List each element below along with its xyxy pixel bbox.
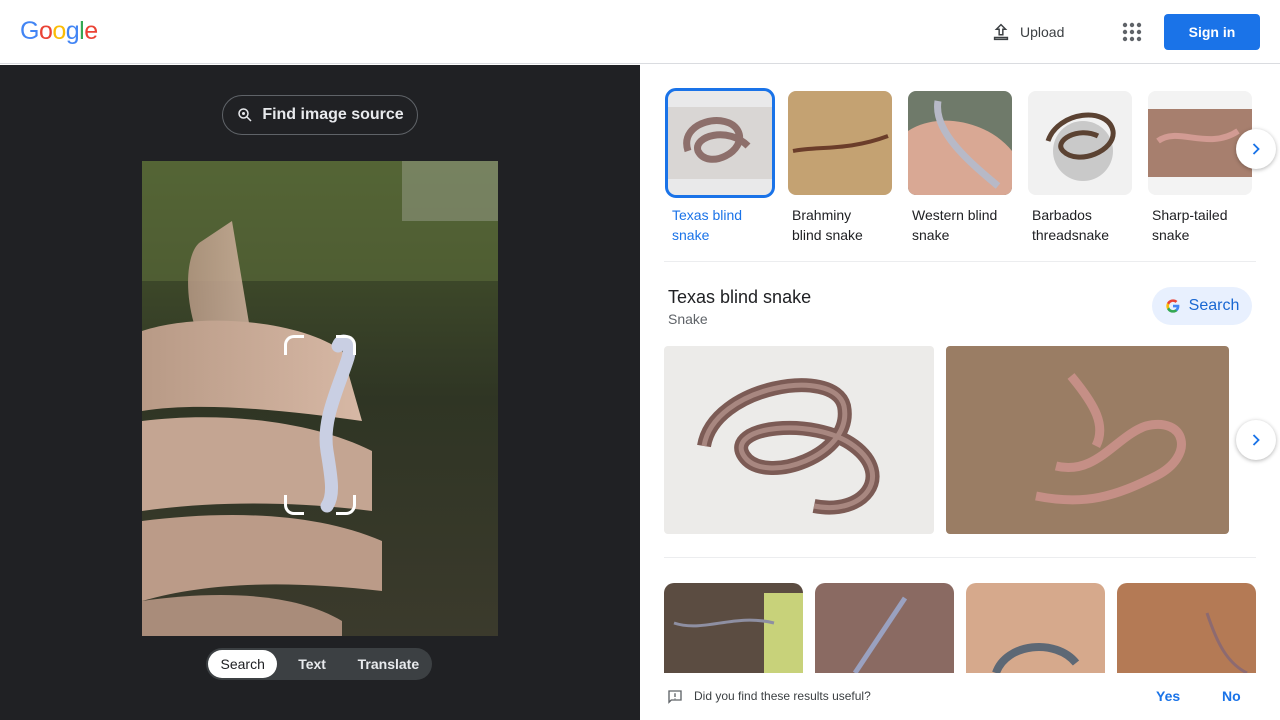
match-thumbnail bbox=[1028, 91, 1132, 195]
match-card[interactable]: Barbados threadsnake bbox=[1028, 91, 1132, 245]
crop-handle-bottom-right[interactable] bbox=[336, 495, 356, 515]
match-card[interactable]: Sharp-tailed snake bbox=[1148, 91, 1252, 245]
result-image[interactable] bbox=[1117, 583, 1256, 673]
feedback-question: Did you find these results useful? bbox=[694, 689, 871, 703]
lens-search-icon bbox=[238, 108, 252, 122]
match-label: Brahminy blind snake bbox=[792, 207, 863, 243]
feedback-yes-button[interactable]: Yes bbox=[1156, 688, 1180, 704]
section-divider bbox=[664, 557, 1256, 558]
section-divider bbox=[664, 261, 1256, 262]
google-logo[interactable]: Google bbox=[20, 17, 98, 46]
match-label: Sharp-tailed snake bbox=[1152, 207, 1228, 243]
match-card[interactable]: Western blind snake bbox=[908, 91, 1012, 245]
logo-letter: o bbox=[38, 17, 53, 45]
entity-search-button[interactable]: Search bbox=[1152, 287, 1252, 325]
visual-matches-carousel: Texas blind snake Brahminy blind snake Wes… bbox=[664, 88, 1264, 251]
logo-letter: g bbox=[65, 17, 80, 45]
result-image[interactable] bbox=[664, 583, 803, 673]
entity-title: Texas blind snake bbox=[668, 287, 812, 307]
chevron-right-icon bbox=[1252, 434, 1260, 446]
crop-handle-top-right[interactable] bbox=[336, 335, 356, 355]
logo-letter: o bbox=[52, 17, 66, 45]
crop-selection[interactable] bbox=[284, 335, 356, 515]
sign-in-button[interactable]: Sign in bbox=[1164, 14, 1260, 50]
google-g-icon bbox=[1165, 299, 1180, 313]
mode-tab-text[interactable]: Text bbox=[277, 650, 346, 678]
result-image[interactable] bbox=[966, 583, 1105, 673]
mode-tab-search[interactable]: Search bbox=[208, 650, 278, 678]
entity-image[interactable] bbox=[664, 346, 934, 534]
match-card[interactable]: Texas blind snake bbox=[665, 88, 775, 245]
feedback-icon bbox=[668, 690, 682, 704]
match-label: Barbados threadsnake bbox=[1032, 207, 1110, 243]
top-header: Google Upload Sign in bbox=[0, 0, 1280, 64]
find-image-source-button[interactable]: Find image source bbox=[222, 95, 418, 135]
feedback-bar: Did you find these results useful? Yes N… bbox=[640, 677, 1280, 720]
match-thumbnail bbox=[665, 88, 775, 198]
results-panel: Texas blind snake Brahminy blind snake Wes… bbox=[640, 65, 1280, 720]
lens-mode-switcher: Search Text Translate bbox=[206, 648, 432, 680]
match-thumbnail bbox=[908, 91, 1012, 195]
apps-grid-icon[interactable] bbox=[1120, 20, 1144, 44]
logo-letter: G bbox=[20, 17, 39, 45]
mode-tab-translate[interactable]: Translate bbox=[347, 650, 430, 678]
upload-button[interactable]: Upload bbox=[990, 18, 1064, 46]
upload-label: Upload bbox=[1020, 24, 1065, 40]
query-image-panel: Find image source Search Text Translate bbox=[0, 65, 640, 720]
feedback-no-button[interactable]: No bbox=[1222, 688, 1241, 704]
match-label: Texas blind snake bbox=[672, 207, 743, 243]
crop-handle-bottom-left[interactable] bbox=[284, 495, 304, 515]
entity-search-label: Search bbox=[1188, 297, 1240, 314]
find-image-source-label: Find image source bbox=[262, 106, 404, 123]
match-card[interactable]: Brahminy blind snake bbox=[788, 91, 892, 245]
logo-letter: e bbox=[84, 17, 98, 45]
result-image[interactable] bbox=[815, 583, 954, 673]
upload-icon bbox=[993, 23, 1009, 41]
match-thumbnail bbox=[788, 91, 892, 195]
entity-images-next-button[interactable] bbox=[1236, 420, 1276, 460]
entity-image[interactable] bbox=[946, 346, 1229, 534]
match-label: Western blind snake bbox=[912, 207, 998, 243]
crop-handle-top-left[interactable] bbox=[284, 335, 304, 355]
chevron-right-icon bbox=[1252, 143, 1260, 155]
entity-subtitle: Snake bbox=[668, 311, 708, 327]
carousel-next-button[interactable] bbox=[1236, 129, 1276, 169]
